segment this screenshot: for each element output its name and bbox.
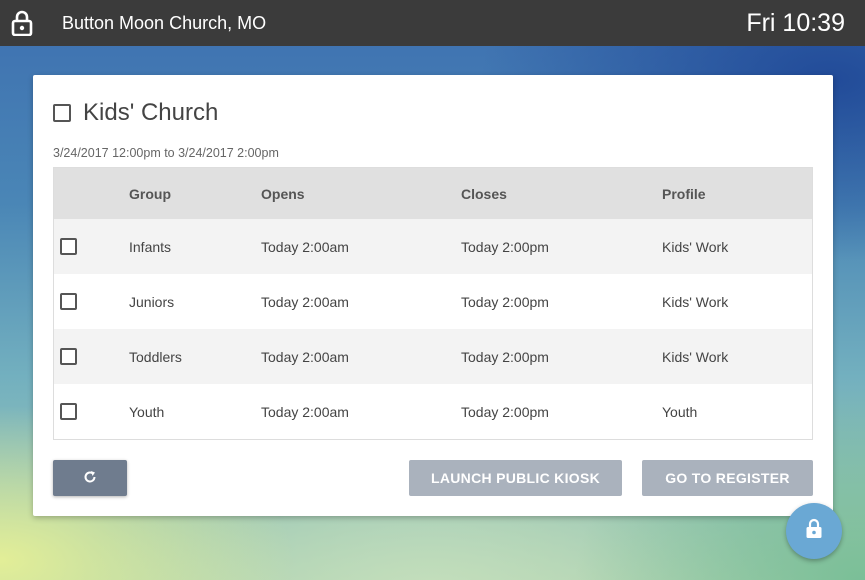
lock-icon (805, 518, 823, 544)
table-row[interactable]: Infants Today 2:00am Today 2:00pm Kids' … (54, 219, 812, 274)
header-group: Group (129, 185, 171, 202)
cell-profile: Kids' Work (662, 293, 729, 310)
row-checkbox[interactable] (60, 238, 77, 255)
cell-closes: Today 2:00pm (461, 403, 549, 420)
refresh-icon (83, 470, 97, 487)
row-checkbox[interactable] (60, 348, 77, 365)
launch-public-kiosk-button[interactable]: LAUNCH PUBLIC KIOSK (409, 460, 622, 496)
cell-opens: Today 2:00am (261, 293, 349, 310)
cell-profile: Kids' Work (662, 238, 729, 255)
church-name: Button Moon Church, MO (62, 12, 267, 33)
header-closes: Closes (461, 185, 507, 202)
row-checkbox[interactable] (60, 293, 77, 310)
refresh-button[interactable] (53, 460, 127, 496)
cell-opens: Today 2:00am (261, 403, 349, 420)
event-title: Kids' Church (83, 99, 219, 126)
table-row[interactable]: Youth Today 2:00am Today 2:00pm Youth (54, 384, 812, 439)
clock: Fri 10:39 (746, 8, 845, 37)
event-card: Kids' Church 3/24/2017 12:00pm to 3/24/2… (33, 75, 833, 516)
cell-profile: Youth (662, 403, 698, 420)
table-body: Infants Today 2:00am Today 2:00pm Kids' … (54, 219, 812, 439)
cell-group: Youth (129, 403, 165, 420)
go-to-register-button[interactable]: GO TO REGISTER (642, 460, 813, 496)
row-checkbox[interactable] (60, 403, 77, 420)
table-header: Group Opens Closes Profile (54, 168, 812, 219)
event-header: Kids' Church (53, 99, 218, 127)
table-row[interactable]: Juniors Today 2:00am Today 2:00pm Kids' … (54, 274, 812, 329)
top-bar: Button Moon Church, MO Fri 10:39 (0, 0, 865, 46)
lock-fab-button[interactable] (786, 503, 842, 559)
cell-profile: Kids' Work (662, 348, 729, 365)
event-select-checkbox[interactable] (53, 104, 71, 122)
event-time-range: 3/24/2017 12:00pm to 3/24/2017 2:00pm (53, 146, 279, 160)
cell-opens: Today 2:00am (261, 348, 349, 365)
cell-group: Infants (129, 238, 172, 255)
cell-opens: Today 2:00am (261, 238, 349, 255)
lock-icon[interactable] (0, 0, 44, 46)
cell-closes: Today 2:00pm (461, 293, 549, 310)
cell-group: Juniors (129, 293, 175, 310)
cell-group: Toddlers (129, 348, 182, 365)
cell-closes: Today 2:00pm (461, 348, 549, 365)
header-opens: Opens (261, 185, 305, 202)
table-row[interactable]: Toddlers Today 2:00am Today 2:00pm Kids'… (54, 329, 812, 384)
cell-closes: Today 2:00pm (461, 238, 549, 255)
header-profile: Profile (662, 185, 706, 202)
groups-table: Group Opens Closes Profile Infants Today… (53, 167, 813, 440)
